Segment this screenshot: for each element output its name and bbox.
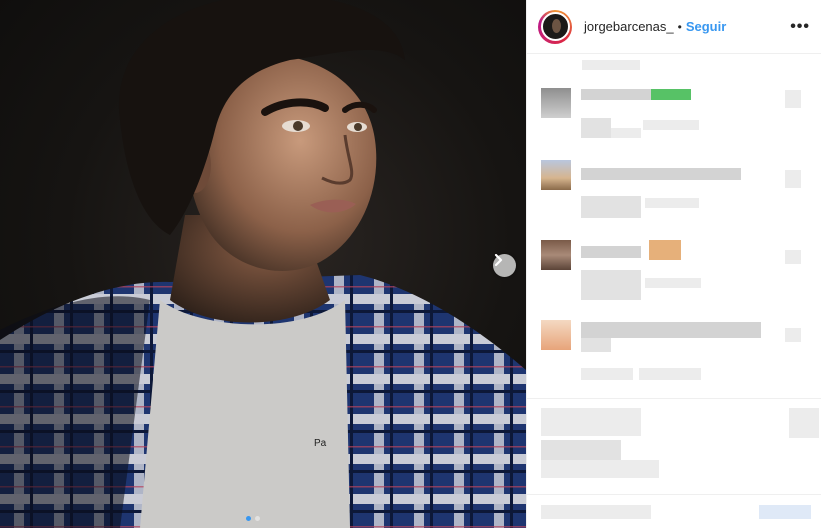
carousel-dot bbox=[255, 516, 260, 521]
blurred-action-icons bbox=[541, 408, 641, 436]
blurred-like bbox=[785, 90, 801, 108]
blurred-publish-button[interactable] bbox=[759, 505, 811, 519]
blurred-text bbox=[643, 120, 699, 130]
blurred-like bbox=[785, 170, 801, 188]
carousel-dot-active bbox=[246, 516, 251, 521]
blurred-text bbox=[581, 322, 761, 338]
blurred-text bbox=[645, 198, 699, 208]
post-header: jorgebarcenas_ • Seguir ••• bbox=[527, 0, 821, 54]
blurred-text bbox=[611, 128, 641, 138]
blurred-text bbox=[581, 368, 633, 380]
follow-button[interactable]: Seguir bbox=[686, 19, 726, 34]
next-photo-button[interactable] bbox=[493, 254, 516, 277]
blurred-text bbox=[645, 278, 701, 288]
divider bbox=[527, 398, 821, 399]
blurred-text bbox=[639, 368, 701, 380]
avatar[interactable] bbox=[540, 12, 570, 41]
carousel-indicator bbox=[246, 516, 260, 521]
tshirt-print: Pa bbox=[314, 438, 327, 449]
post-side-panel: jorgebarcenas_ • Seguir ••• bbox=[526, 0, 821, 528]
blurred-text bbox=[581, 270, 641, 300]
comment-avatar bbox=[541, 160, 571, 190]
avatar-story-ring[interactable] bbox=[538, 9, 572, 44]
blurred-save-icon bbox=[789, 408, 819, 438]
blurred-emoji bbox=[651, 89, 691, 100]
portrait-illustration: Pa bbox=[0, 0, 526, 528]
blurred-text bbox=[581, 246, 641, 258]
blurred-like bbox=[785, 250, 801, 264]
post-photo[interactable]: Pa bbox=[0, 0, 526, 528]
chevron-right-icon bbox=[494, 254, 503, 266]
blurred-like bbox=[785, 328, 801, 342]
blurred-text bbox=[581, 118, 611, 138]
blurred-likes bbox=[541, 440, 621, 460]
divider bbox=[527, 494, 821, 495]
blurred-text bbox=[581, 168, 741, 180]
separator-dot: • bbox=[677, 19, 682, 34]
blurred-emoji bbox=[649, 240, 681, 260]
username-link[interactable]: jorgebarcenas_ bbox=[584, 19, 674, 34]
more-options-icon[interactable]: ••• bbox=[790, 18, 810, 36]
blurred-text bbox=[581, 338, 611, 352]
blurred-text bbox=[582, 60, 640, 70]
blurred-text bbox=[581, 89, 651, 100]
blurred-date bbox=[541, 460, 659, 478]
comment-avatar bbox=[541, 320, 571, 350]
blurred-comment-input[interactable] bbox=[541, 505, 651, 519]
blurred-text bbox=[581, 196, 641, 218]
comment-avatar bbox=[541, 240, 571, 270]
comment-avatar bbox=[541, 88, 571, 118]
